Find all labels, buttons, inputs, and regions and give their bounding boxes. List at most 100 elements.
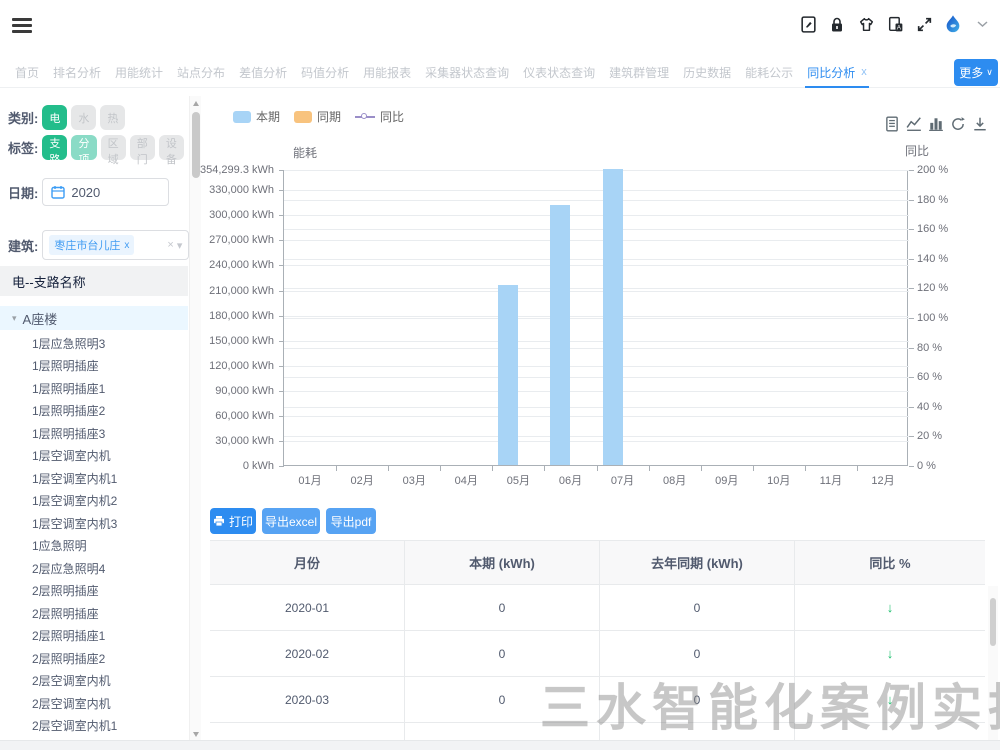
right-axis-tick-label: 80 % (917, 342, 977, 354)
legend-label: 本期 (256, 108, 280, 125)
tag-option[interactable]: 部门 (130, 135, 155, 160)
select-caret-icon[interactable]: ▾ (177, 239, 183, 252)
tab-item[interactable]: 用能报表 (363, 56, 411, 88)
tab-item[interactable]: 用能统计 (115, 56, 163, 88)
tree-item[interactable]: 1层空调室内机1 (0, 467, 188, 490)
tag-option[interactable]: 区域 (101, 135, 126, 160)
refresh-icon[interactable] (950, 116, 966, 132)
tab-label: 仪表状态查询 (523, 64, 595, 81)
tree-item[interactable]: 2层空调室内机 (0, 670, 188, 693)
left-axis-tick-label: 30,000 kWh (184, 435, 274, 447)
tag-option[interactable]: 支路 (42, 135, 67, 160)
category-option[interactable]: 水 (71, 105, 96, 130)
chart-gridline (284, 190, 909, 191)
date-input[interactable]: 2020 (42, 178, 169, 206)
tag-option[interactable]: 分项 (71, 135, 96, 160)
hamburger-menu-icon[interactable] (12, 18, 32, 34)
scrollbar-thumb[interactable] (990, 598, 996, 646)
x-axis-tick (649, 466, 650, 471)
tag-option[interactable]: 设备 (159, 135, 184, 160)
tab-item[interactable]: 能耗公示 (745, 56, 793, 88)
export-pdf-button[interactable]: 导出pdf (326, 508, 376, 534)
app-logo[interactable] (943, 13, 963, 35)
table-row[interactable]: 2020-0200↓ (210, 631, 985, 677)
tab-item[interactable]: 采集器状态查询 (425, 56, 509, 88)
legend-item-yoy[interactable]: 同比 (355, 108, 404, 125)
bar-current-period[interactable] (603, 169, 623, 465)
bar-current-period[interactable] (550, 205, 570, 465)
tab-list: 首页排名分析用能统计站点分布差值分析码值分析用能报表采集器状态查询仪表状态查询建… (0, 56, 1000, 88)
right-axis-tick (909, 407, 914, 408)
legend-item-current[interactable]: 本期 (233, 108, 280, 125)
tag-close-icon[interactable]: x (124, 240, 129, 251)
tree-item[interactable]: 1层空调室内机2 (0, 490, 188, 513)
table-row[interactable]: 2020-0300↓ (210, 677, 985, 723)
category-option[interactable]: 热 (100, 105, 125, 130)
tree-item[interactable]: 2层空调室内机 (0, 692, 188, 715)
more-tabs-button[interactable]: 更多 ∨ (954, 59, 998, 86)
print-button[interactable]: 打印 (210, 508, 256, 534)
tab-item[interactable]: 同比分析 x (807, 56, 867, 88)
tree-item[interactable]: 1层照明插座2 (0, 400, 188, 423)
left-axis-tick-label: 120,000 kWh (184, 360, 274, 372)
bar-chart-icon[interactable] (928, 116, 944, 132)
tab-label: 能耗公示 (745, 64, 793, 81)
tree-item[interactable]: 2层空调室内机1 (0, 715, 188, 738)
tab-item[interactable]: 站点分布 (177, 56, 225, 88)
tab-label: 历史数据 (683, 64, 731, 81)
fullscreen-icon[interactable] (914, 13, 934, 35)
tree-item[interactable]: 2层照明插座 (0, 580, 188, 603)
scroll-down-icon[interactable] (193, 732, 199, 737)
caret-down-icon[interactable]: ▾ (12, 313, 17, 324)
tab-item[interactable]: 首页 (15, 56, 39, 88)
tree-item[interactable]: 2层照明插座1 (0, 625, 188, 648)
svg-text:A: A (896, 24, 901, 31)
tab-label: 同比分析 (807, 64, 855, 81)
table-scrollbar[interactable] (988, 586, 998, 746)
table-cell: 0 (405, 631, 600, 676)
tab-item[interactable]: 差值分析 (239, 56, 287, 88)
data-view-icon[interactable] (884, 116, 900, 132)
tree-item[interactable]: 1层照明插座 (0, 355, 188, 378)
tab-close-icon[interactable]: x (861, 66, 867, 78)
x-axis-tick (544, 466, 545, 471)
legend-item-previous[interactable]: 同期 (294, 108, 341, 125)
tab-label: 建筑群管理 (609, 64, 669, 81)
date-label: 日期: (8, 183, 38, 202)
tree-item[interactable]: 1层照明插座3 (0, 422, 188, 445)
theme-shirt-icon[interactable] (856, 13, 876, 35)
tree-item[interactable]: 1层应急照明3 (0, 332, 188, 355)
tree-item[interactable]: 1应急照明 (0, 535, 188, 558)
tab-item[interactable]: 历史数据 (683, 56, 731, 88)
download-icon[interactable] (972, 116, 988, 132)
clipboard-pen-icon[interactable] (798, 13, 818, 35)
tab-item[interactable]: 仪表状态查询 (523, 56, 595, 88)
chart-gridline (284, 391, 909, 392)
tree-item[interactable]: 1层照明插座1 (0, 377, 188, 400)
tab-item[interactable]: 排名分析 (53, 56, 101, 88)
tree-item[interactable]: 2层应急照明4 (0, 557, 188, 580)
tab-item[interactable]: 码值分析 (301, 56, 349, 88)
scroll-up-icon[interactable] (193, 101, 199, 106)
x-axis-tick (388, 466, 389, 471)
bottom-scrollbar[interactable] (0, 740, 1000, 750)
tab-item[interactable]: 建筑群管理 (609, 56, 669, 88)
chevron-down-icon[interactable] (972, 13, 992, 35)
export-excel-button[interactable]: 导出excel (262, 508, 320, 534)
chart-plot[interactable]: 0 kWh30,000 kWh60,000 kWh90,000 kWh120,0… (283, 170, 908, 466)
document-a-icon[interactable]: A (885, 13, 905, 35)
lock-icon[interactable] (827, 13, 847, 35)
clear-icon[interactable]: × (167, 239, 173, 251)
tree-item[interactable]: 2层照明插座2 (0, 647, 188, 670)
legend-label: 同比 (380, 108, 404, 125)
category-option[interactable]: 电 (42, 105, 67, 130)
table-row[interactable]: 2020-0100↓ (210, 585, 985, 631)
building-select[interactable]: 枣庄市台儿庄 x × ▾ (42, 230, 189, 260)
bar-current-period[interactable] (498, 285, 518, 465)
tree-item[interactable]: 2层照明插座 (0, 602, 188, 625)
tree-group-a[interactable]: ▾ A座楼 (0, 306, 188, 330)
tree-item[interactable]: 1层空调室内机 (0, 445, 188, 468)
tree-item[interactable]: 1层空调室内机3 (0, 512, 188, 535)
line-chart-icon[interactable] (906, 116, 922, 132)
sidebar: 类别: 电水热 标签: 支路分项区域部门设备 日期: 2020 建筑: 枣庄市台… (0, 88, 188, 750)
